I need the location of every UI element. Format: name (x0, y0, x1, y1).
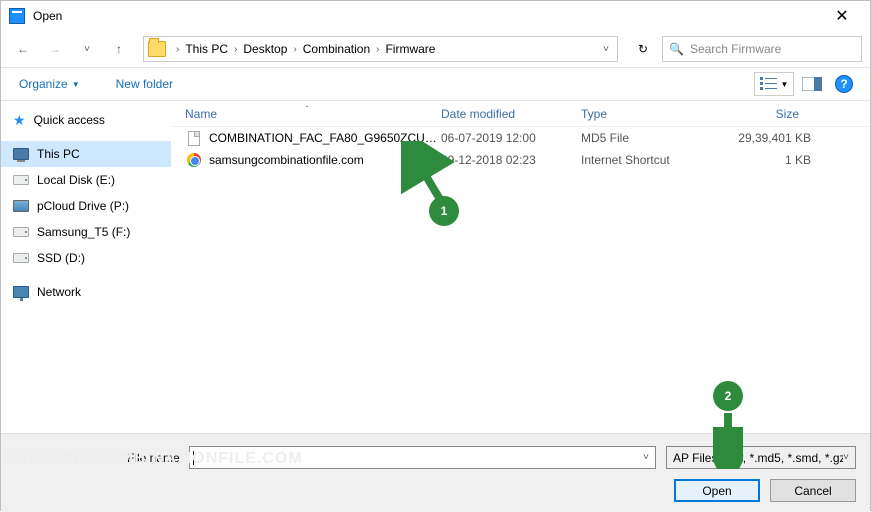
col-size-label: Size (776, 107, 799, 121)
chrome-shortcut-icon (185, 152, 203, 168)
close-button[interactable]: ✕ (822, 6, 862, 26)
chevron-right-icon: › (289, 44, 300, 55)
breadcrumb-item[interactable]: Firmware (385, 42, 435, 56)
chevron-down-icon: ▼ (72, 80, 80, 89)
refresh-button[interactable]: ↻ (628, 36, 658, 62)
filename-label: File name: (15, 451, 189, 465)
file-type: Internet Shortcut (581, 153, 711, 167)
col-name-label: Name (185, 107, 217, 121)
filename-input[interactable]: ˅ (189, 446, 656, 469)
details-view-icon (760, 77, 778, 91)
file-size: 1 KB (711, 153, 811, 167)
app-icon (9, 8, 25, 24)
col-date-label: Date modified (441, 107, 515, 121)
sidebar-item-samsungt5[interactable]: Samsung_T5 (F:) (1, 219, 171, 245)
file-date: 29-12-2018 02:23 (441, 153, 581, 167)
recent-locations-button[interactable]: ˅ (73, 35, 101, 63)
sidebar-item-label: SSD (D:) (37, 251, 85, 265)
chevron-down-icon[interactable]: ˅ (637, 452, 655, 463)
body: ★ Quick access This PC Local Disk (E:) p… (1, 101, 870, 433)
file-size: 29,39,401 KB (711, 131, 811, 145)
sidebar-item-label: Local Disk (E:) (37, 173, 115, 187)
sidebar-item-pcloud[interactable]: pCloud Drive (P:) (1, 193, 171, 219)
sidebar: ★ Quick access This PC Local Disk (E:) p… (1, 101, 171, 433)
star-icon: ★ (13, 112, 26, 129)
address-bar[interactable]: › This PC › Desktop › Combination › Firm… (143, 36, 618, 62)
file-icon (185, 130, 203, 146)
titlebar: Open ✕ (1, 1, 870, 31)
help-icon: ? (835, 75, 853, 93)
filetype-filter[interactable]: AP Files(*.tar, *.md5, *.smd, *.gz) ˅ (666, 446, 856, 469)
col-date[interactable]: Date modified (435, 107, 575, 121)
pcloud-icon (13, 200, 29, 212)
file-name: samsungcombinationfile.com (209, 153, 441, 167)
file-type: MD5 File (581, 131, 711, 145)
preview-pane-icon (802, 77, 822, 91)
breadcrumb-item[interactable]: Combination (303, 42, 370, 56)
sidebar-item-label: Network (37, 285, 81, 299)
chevron-down-icon: ˅ (843, 452, 849, 463)
file-date: 06-07-2019 12:00 (441, 131, 581, 145)
cancel-label: Cancel (794, 484, 831, 498)
forward-button[interactable]: → (41, 35, 69, 63)
breadcrumb: › This PC › Desktop › Combination › Firm… (172, 42, 435, 56)
sidebar-item-label: Quick access (34, 113, 105, 127)
navbar: ← → ˅ ↑ › This PC › Desktop › Combinatio… (1, 31, 870, 67)
sidebar-item-label: Samsung_T5 (F:) (37, 225, 130, 239)
sidebar-item-network[interactable]: Network (1, 279, 171, 305)
organize-button[interactable]: Organize ▼ (13, 73, 86, 95)
network-icon (13, 286, 29, 298)
pc-icon (13, 148, 29, 160)
file-list: ˆ Name Date modified Type Size COMBINATI… (171, 101, 870, 433)
up-button[interactable]: ↑ (105, 35, 133, 63)
filter-text: AP Files(*.tar, *.md5, *.smd, *.gz) (673, 451, 843, 465)
col-type[interactable]: Type (575, 107, 705, 121)
open-label: Open (702, 484, 731, 498)
cancel-button[interactable]: Cancel (770, 479, 856, 502)
window-title: Open (33, 9, 62, 23)
chevron-right-icon: › (372, 44, 383, 55)
new-folder-button[interactable]: New folder (110, 73, 179, 95)
organize-label: Organize (19, 77, 68, 91)
drive-icon (13, 175, 29, 185)
view-options-button[interactable]: ▼ (754, 72, 794, 96)
chevron-right-icon: › (172, 44, 183, 55)
back-button[interactable]: ← (9, 35, 37, 63)
col-type-label: Type (581, 107, 607, 121)
sidebar-item-thispc[interactable]: This PC (1, 141, 171, 167)
chevron-down-icon: ▼ (781, 80, 789, 89)
sidebar-item-ssd[interactable]: SSD (D:) (1, 245, 171, 271)
open-button[interactable]: Open (674, 479, 760, 502)
drive-icon (13, 253, 29, 263)
chevron-down-icon[interactable]: ˅ (603, 44, 609, 55)
column-headers: ˆ Name Date modified Type Size (171, 101, 870, 127)
file-row[interactable]: samsungcombinationfile.com 29-12-2018 02… (171, 149, 870, 171)
file-name: COMBINATION_FAC_FA80_G9650ZCU5AS... (209, 131, 441, 145)
newfolder-label: New folder (116, 77, 173, 91)
file-row[interactable]: COMBINATION_FAC_FA80_G9650ZCU5AS... 06-0… (171, 127, 870, 149)
sidebar-item-localdisk-e[interactable]: Local Disk (E:) (1, 167, 171, 193)
search-placeholder: Search Firmware (690, 42, 781, 56)
preview-pane-button[interactable] (798, 72, 826, 96)
footer: File name: ˅ AP Files(*.tar, *.md5, *.sm… (1, 433, 870, 512)
breadcrumb-item[interactable]: Desktop (243, 42, 287, 56)
help-button[interactable]: ? (830, 72, 858, 96)
folder-icon (148, 41, 166, 57)
toolbar: Organize ▼ New folder ▼ ? (1, 67, 870, 101)
text-caret (193, 451, 194, 465)
col-name[interactable]: ˆ Name (179, 107, 435, 121)
col-size[interactable]: Size (705, 107, 805, 121)
drive-icon (13, 227, 29, 237)
sidebar-item-label: This PC (37, 147, 80, 161)
sidebar-item-label: pCloud Drive (P:) (37, 199, 129, 213)
chevron-right-icon: › (230, 44, 241, 55)
sort-asc-icon: ˆ (306, 105, 309, 114)
sidebar-item-quickaccess[interactable]: ★ Quick access (1, 107, 171, 133)
breadcrumb-item[interactable]: This PC (185, 42, 228, 56)
search-input[interactable]: 🔍 Search Firmware (662, 36, 862, 62)
search-icon: 🔍 (669, 42, 684, 56)
